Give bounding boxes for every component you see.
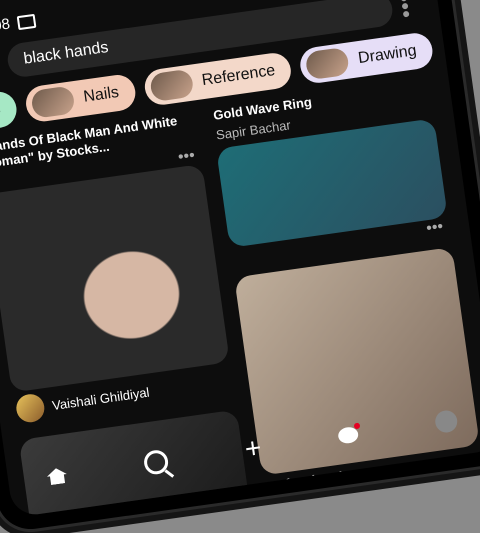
- chip-nails-thumbnail: [30, 85, 76, 119]
- device-frame: 5:08 ‹ black hands s Nails Reference Dra…: [0, 0, 480, 533]
- home-icon[interactable]: [46, 467, 68, 486]
- chip-0-label: s: [0, 101, 2, 120]
- chip-drawing-label: Drawing: [357, 42, 418, 68]
- status-bar: 5:08: [0, 12, 37, 37]
- author-avatar: [14, 392, 47, 425]
- chip-drawing-thumbnail: [304, 46, 351, 81]
- chip-reference-thumbnail: [148, 68, 195, 103]
- pin-card[interactable]: Gold Wave Ring Sapir Bachar •••: [210, 74, 451, 266]
- profile-avatar[interactable]: [433, 409, 459, 434]
- chip-0[interactable]: s: [0, 89, 19, 131]
- status-time: 5:08: [0, 15, 12, 37]
- author-name: Vaishali Ghildiyal: [51, 384, 151, 413]
- pin-image[interactable]: [0, 163, 230, 393]
- chip-reference-label: Reference: [200, 61, 277, 90]
- search-query: black hands: [22, 38, 110, 68]
- pin-feed: "Hands Of Black Man And White Woman" by …: [0, 73, 480, 518]
- pin-card[interactable]: "Hands Of Black Man And White Woman" by …: [0, 107, 235, 429]
- search-icon[interactable]: [142, 448, 170, 476]
- more-options-icon[interactable]: [401, 2, 409, 10]
- image-status-icon: [16, 13, 37, 30]
- create-icon[interactable]: +: [243, 432, 264, 465]
- chip-nails-label: Nails: [82, 83, 120, 106]
- messages-icon[interactable]: [337, 425, 360, 445]
- app-screen: 5:08 ‹ black hands s Nails Reference Dra…: [0, 0, 480, 518]
